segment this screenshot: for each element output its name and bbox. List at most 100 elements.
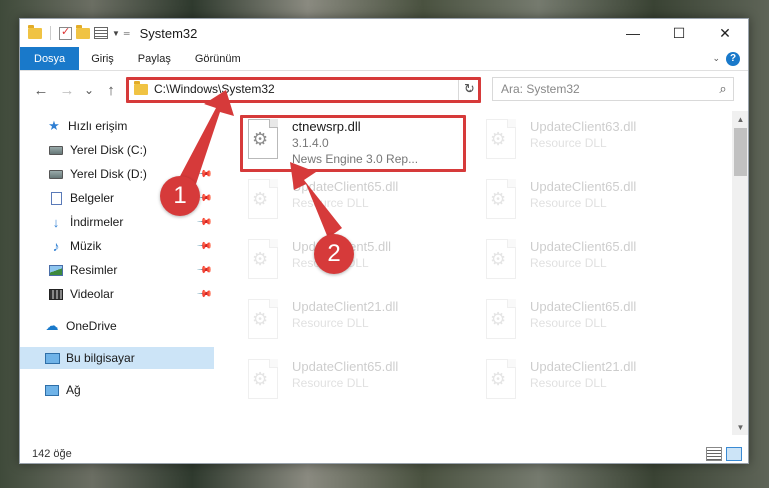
file-item[interactable]: ⚙ UpdateClient65.dll Resource DLL	[478, 177, 708, 231]
computer-icon	[44, 351, 60, 365]
title-bar: ▼ ═ System32 — ☐ ✕	[20, 19, 748, 47]
file-version: 3.1.4.0	[292, 136, 329, 150]
sidebar-item-network[interactable]: Ağ	[20, 379, 214, 401]
help-icon[interactable]: ?	[726, 51, 740, 66]
downloads-icon: ↓	[52, 214, 60, 230]
sidebar-item-label: OneDrive	[66, 319, 117, 333]
forward-button[interactable]: →	[54, 78, 80, 102]
minimize-button[interactable]: —	[610, 19, 656, 47]
sidebar-item-label: Yerel Disk (D:)	[70, 167, 147, 181]
file-list: ⚙ ctnewsrp.dll 3.1.4.0 News Engine 3.0 R…	[220, 111, 730, 435]
file-item[interactable]: ⚙ UpdateClient21.dll Resource DLL	[240, 297, 470, 351]
sidebar-item-label: Bu bilgisayar	[66, 351, 135, 365]
file-item[interactable]: ⚙ UpdateClient65.dll Resource DLL	[240, 357, 470, 411]
expand-ribbon-chevron-icon[interactable]: ⌄	[712, 53, 720, 64]
dll-file-icon: ⚙	[244, 357, 284, 403]
sidebar-item-this-pc[interactable]: Bu bilgisayar	[20, 347, 214, 369]
file-item-ctnewsrp[interactable]: ⚙ ctnewsrp.dll 3.1.4.0 News Engine 3.0 R…	[240, 117, 470, 171]
customize-toolbar-icon[interactable]: ═	[124, 29, 130, 38]
details-view-icon[interactable]	[706, 447, 722, 461]
dll-file-icon: ⚙	[244, 177, 284, 223]
search-box[interactable]: Ara: System32 ⌕	[492, 77, 734, 101]
recent-locations-button[interactable]: ⌄	[80, 78, 98, 102]
file-name: UpdateClient21.dll	[530, 359, 637, 374]
properties-icon[interactable]	[94, 27, 108, 39]
tab-view[interactable]: Görünüm	[183, 47, 253, 70]
vertical-scrollbar[interactable]: ▲ ▼	[732, 111, 748, 435]
address-path[interactable]: C:\Windows\System32	[154, 82, 460, 96]
file-description: Resource DLL	[530, 316, 607, 330]
dll-file-icon: ⚙	[244, 117, 284, 163]
videos-icon	[48, 287, 64, 301]
sidebar-item-label: Ağ	[66, 383, 81, 397]
pin-icon: 📌	[195, 213, 213, 231]
tab-file[interactable]: Dosya	[20, 47, 80, 70]
up-button[interactable]: ↑	[98, 78, 124, 102]
callout-badge-one: 1	[160, 176, 200, 216]
sidebar-item-label: İndirmeler	[70, 215, 124, 229]
file-name: UpdateClient21.dll	[292, 299, 399, 314]
sidebar-item-label: Müzik	[70, 239, 102, 253]
sidebar-item-videos[interactable]: Videolar 📌	[20, 283, 214, 305]
back-button[interactable]: ←	[28, 78, 54, 102]
maximize-button[interactable]: ☐	[656, 19, 702, 47]
pictures-icon	[48, 263, 64, 277]
dll-file-icon: ⚙	[244, 237, 284, 283]
navigation-bar: ← → ⌄ ↑ C:\Windows\System32 ⌄ ↻ Ara: Sys…	[20, 75, 748, 105]
file-description: Resource DLL	[530, 136, 607, 150]
sidebar-item-label: Yerel Disk (C:)	[70, 143, 147, 157]
explorer-window: ▼ ═ System32 — ☐ ✕ Dosya Giriş Paylaş Gö…	[19, 18, 749, 464]
scroll-down-arrow-icon[interactable]: ▼	[732, 419, 748, 435]
callout-badge-two: 2	[314, 234, 354, 274]
new-folder-icon[interactable]	[76, 24, 90, 39]
file-item[interactable]: ⚙ UpdateClient63.dll Resource DLL	[478, 117, 708, 171]
sidebar-item-quick-access[interactable]: ★ Hızlı erişim	[20, 115, 214, 137]
onedrive-icon: ☁	[45, 318, 59, 333]
tab-share[interactable]: Paylaş	[126, 47, 183, 70]
file-description: Resource DLL	[292, 376, 369, 390]
file-description: Resource DLL	[530, 196, 607, 210]
sidebar-item-local-disk-c[interactable]: Yerel Disk (C:)	[20, 139, 214, 161]
search-icon[interactable]: ⌕	[713, 81, 733, 97]
file-name: UpdateClient65.dll	[530, 179, 637, 194]
properties-check-icon[interactable]	[59, 25, 72, 40]
file-name: UpdateClient65.dll	[530, 299, 637, 314]
file-description: Resource DLL	[530, 256, 607, 270]
close-button[interactable]: ✕	[702, 19, 748, 47]
search-input[interactable]: Ara: System32	[501, 82, 713, 96]
dropdown-arrow-icon[interactable]: ▼	[112, 29, 120, 38]
file-description: Resource DLL	[530, 376, 607, 390]
address-bar[interactable]: C:\Windows\System32 ⌄	[127, 77, 479, 101]
status-bar: 142 öğe	[20, 443, 748, 463]
file-description: Resource DLL	[292, 316, 369, 330]
window-controls: — ☐ ✕	[610, 19, 748, 47]
file-item[interactable]: ⚙ UpdateClient5.dllResource DLL	[240, 237, 470, 291]
sidebar-item-label: Hızlı erişim	[68, 119, 128, 133]
dll-file-icon: ⚙	[482, 177, 522, 223]
pin-icon: 📌	[195, 261, 213, 279]
folder-icon	[134, 80, 148, 95]
scroll-up-arrow-icon[interactable]: ▲	[732, 111, 748, 127]
sidebar-item-pictures[interactable]: Resimler 📌	[20, 259, 214, 281]
file-name: UpdateClient65.dll	[292, 359, 399, 374]
file-name: UpdateClient65.dll	[530, 239, 637, 254]
file-item[interactable]: ⚙ UpdateClient21.dll Resource DLL	[478, 357, 708, 411]
dll-file-icon: ⚙	[482, 237, 522, 283]
sidebar-item-onedrive[interactable]: ☁ OneDrive	[20, 315, 214, 337]
tiles-view-icon[interactable]	[726, 447, 742, 461]
file-item[interactable]: ⚙ UpdateClient65.dll Resource DLL	[478, 297, 708, 351]
music-icon: ♪	[52, 238, 60, 254]
pin-icon: 📌	[195, 285, 213, 303]
dll-file-icon: ⚙	[244, 297, 284, 343]
sidebar-item-music[interactable]: ♪ Müzik 📌	[20, 235, 214, 257]
file-item[interactable]: ⚙ UpdateClient65.dll Resource DLL	[478, 237, 708, 291]
file-item[interactable]: ⚙ UpdateClient65.dll Resource DLL	[240, 177, 470, 231]
tab-home[interactable]: Giriş	[79, 47, 126, 70]
folder-icon	[28, 24, 42, 39]
refresh-button[interactable]: ↻	[458, 77, 480, 101]
sidebar-item-label: Belgeler	[70, 191, 115, 205]
network-icon	[44, 383, 60, 397]
star-icon: ★	[48, 118, 60, 133]
scroll-thumb[interactable]	[734, 128, 747, 176]
disk-icon	[48, 143, 64, 157]
